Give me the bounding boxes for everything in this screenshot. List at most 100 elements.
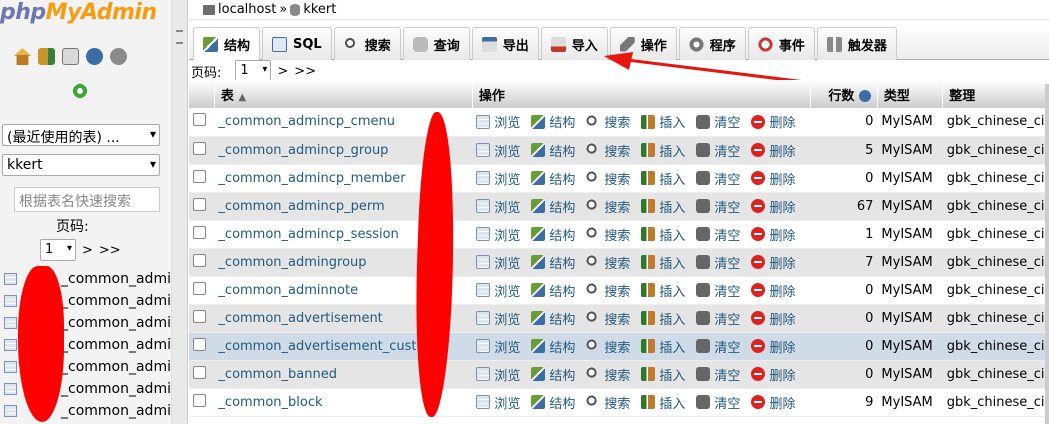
insert-action[interactable]: 插入 bbox=[641, 197, 685, 216]
search-action[interactable]: 搜索 bbox=[586, 309, 630, 328]
empty-action[interactable]: 清空 bbox=[696, 225, 740, 244]
database-select[interactable]: kkert bbox=[2, 154, 160, 176]
row-checkbox[interactable] bbox=[193, 365, 206, 379]
header-table[interactable]: 表 ▲ bbox=[214, 80, 473, 108]
last-page-link[interactable]: >> bbox=[99, 243, 121, 258]
browse-action[interactable]: 浏览 bbox=[476, 393, 520, 412]
row-checkbox[interactable] bbox=[193, 197, 206, 211]
insert-action[interactable]: 插入 bbox=[641, 365, 685, 384]
insert-action[interactable]: 插入 bbox=[641, 169, 685, 188]
docs-icon[interactable] bbox=[86, 48, 103, 65]
row-checkbox[interactable] bbox=[193, 337, 206, 351]
browse-action[interactable]: 浏览 bbox=[476, 281, 520, 300]
search-action[interactable]: 搜索 bbox=[586, 197, 630, 216]
row-checkbox[interactable] bbox=[193, 141, 206, 155]
row-checkbox[interactable] bbox=[193, 393, 206, 407]
tab-structure[interactable]: 结构 bbox=[193, 27, 261, 60]
drop-action[interactable]: 删除 bbox=[751, 309, 795, 328]
search-action[interactable]: 搜索 bbox=[586, 281, 630, 300]
panel-splitter[interactable] bbox=[172, 0, 188, 424]
drop-action[interactable]: 删除 bbox=[751, 169, 795, 188]
drop-action[interactable]: 删除 bbox=[751, 141, 795, 160]
query-window-icon[interactable] bbox=[62, 48, 79, 65]
insert-action[interactable]: 插入 bbox=[641, 337, 685, 356]
search-action[interactable]: 搜索 bbox=[586, 253, 630, 272]
reload-icon[interactable] bbox=[72, 83, 88, 99]
structure-action[interactable]: 结构 bbox=[531, 225, 575, 244]
search-action[interactable]: 搜索 bbox=[586, 112, 630, 131]
browse-action[interactable]: 浏览 bbox=[476, 169, 520, 188]
insert-action[interactable]: 插入 bbox=[641, 112, 685, 131]
tab-export[interactable]: 导出 bbox=[471, 27, 539, 60]
search-action[interactable]: 搜索 bbox=[586, 393, 630, 412]
structure-action[interactable]: 结构 bbox=[531, 112, 575, 131]
empty-action[interactable]: 清空 bbox=[696, 197, 740, 216]
row-checkbox[interactable] bbox=[193, 309, 206, 323]
empty-action[interactable]: 清空 bbox=[696, 281, 740, 300]
structure-action[interactable]: 结构 bbox=[531, 169, 575, 188]
browse-action[interactable]: 浏览 bbox=[476, 337, 520, 356]
insert-action[interactable]: 插入 bbox=[641, 141, 685, 160]
breadcrumb-database[interactable]: kkert bbox=[303, 2, 336, 17]
drop-action[interactable]: 删除 bbox=[751, 225, 795, 244]
table-filter-input[interactable]: 根据表名快速搜索 bbox=[14, 187, 160, 212]
header-rows[interactable]: 行数 bbox=[810, 80, 878, 108]
insert-action[interactable]: 插入 bbox=[641, 281, 685, 300]
insert-action[interactable]: 插入 bbox=[641, 225, 685, 244]
breadcrumb-server[interactable]: localhost bbox=[218, 2, 276, 17]
browse-action[interactable]: 浏览 bbox=[476, 225, 520, 244]
browse-action[interactable]: 浏览 bbox=[476, 197, 520, 216]
search-action[interactable]: 搜索 bbox=[586, 225, 630, 244]
structure-action[interactable]: 结构 bbox=[531, 365, 575, 384]
tab-import[interactable]: 导入 bbox=[540, 27, 608, 60]
row-checkbox[interactable] bbox=[193, 225, 206, 239]
empty-action[interactable]: 清空 bbox=[696, 365, 740, 384]
pager-next[interactable]: > bbox=[277, 64, 288, 79]
next-page-link[interactable]: > bbox=[82, 243, 93, 258]
row-checkbox[interactable] bbox=[193, 253, 206, 267]
recent-tables-select[interactable]: (最近使用的表) ... bbox=[2, 124, 160, 146]
pager-last[interactable]: >> bbox=[294, 64, 316, 79]
empty-action[interactable]: 清空 bbox=[696, 309, 740, 328]
search-action[interactable]: 搜索 bbox=[586, 169, 630, 188]
help-icon[interactable] bbox=[858, 90, 871, 102]
search-action[interactable]: 搜索 bbox=[586, 365, 630, 384]
empty-action[interactable]: 清空 bbox=[696, 337, 740, 356]
empty-action[interactable]: 清空 bbox=[696, 253, 740, 272]
collapse-grip-icon[interactable] bbox=[176, 30, 183, 44]
left-page-select[interactable]: 1 bbox=[40, 239, 76, 261]
scrollbar[interactable] bbox=[1045, 84, 1049, 424]
browse-action[interactable]: 浏览 bbox=[476, 112, 520, 131]
structure-action[interactable]: 结构 bbox=[531, 197, 575, 216]
empty-action[interactable]: 清空 bbox=[696, 169, 740, 188]
empty-action[interactable]: 清空 bbox=[696, 141, 740, 160]
browse-action[interactable]: 浏览 bbox=[476, 365, 520, 384]
browse-action[interactable]: 浏览 bbox=[476, 253, 520, 272]
drop-action[interactable]: 删除 bbox=[751, 253, 795, 272]
drop-action[interactable]: 删除 bbox=[751, 393, 795, 412]
structure-action[interactable]: 结构 bbox=[531, 309, 575, 328]
empty-action[interactable]: 清空 bbox=[696, 393, 740, 412]
tab-query[interactable]: 查询 bbox=[402, 27, 470, 60]
structure-action[interactable]: 结构 bbox=[531, 141, 575, 160]
structure-action[interactable]: 结构 bbox=[531, 281, 575, 300]
empty-action[interactable]: 清空 bbox=[696, 112, 740, 131]
structure-action[interactable]: 结构 bbox=[531, 337, 575, 356]
drop-action[interactable]: 删除 bbox=[751, 112, 795, 131]
structure-action[interactable]: 结构 bbox=[531, 253, 575, 272]
row-checkbox[interactable] bbox=[193, 281, 206, 295]
insert-action[interactable]: 插入 bbox=[641, 393, 685, 412]
insert-action[interactable]: 插入 bbox=[641, 309, 685, 328]
drop-action[interactable]: 删除 bbox=[751, 197, 795, 216]
page-select[interactable]: 1 bbox=[235, 60, 272, 82]
home-icon[interactable] bbox=[14, 48, 31, 65]
drop-action[interactable]: 删除 bbox=[751, 337, 795, 356]
browse-action[interactable]: 浏览 bbox=[476, 141, 520, 160]
insert-action[interactable]: 插入 bbox=[641, 253, 685, 272]
search-action[interactable]: 搜索 bbox=[586, 337, 630, 356]
browse-action[interactable]: 浏览 bbox=[476, 309, 520, 328]
phpmyadmin-logo[interactable]: phpMyAdmin bbox=[0, 0, 157, 30]
help-icon[interactable] bbox=[110, 48, 127, 65]
structure-action[interactable]: 结构 bbox=[531, 393, 575, 412]
row-checkbox[interactable] bbox=[193, 113, 206, 127]
